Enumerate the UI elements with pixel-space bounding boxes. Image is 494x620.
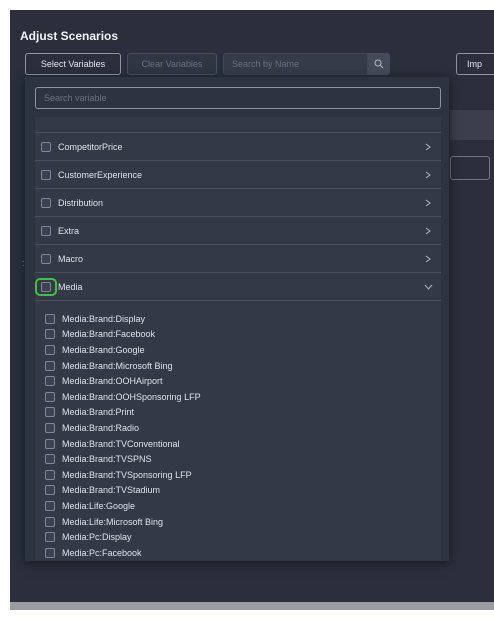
variable-checkbox[interactable] [45, 547, 55, 558]
adjust-scenarios-window: Adjust Scenarios Select Variables Clear … [10, 10, 494, 602]
variable-checkbox[interactable] [45, 329, 55, 340]
variable-label: Media:Life:Microsoft Bing [62, 516, 164, 527]
list-item[interactable]: Media:Brand:TVSPNS [35, 451, 441, 467]
page-title: Adjust Scenarios [20, 29, 119, 43]
bottom-scrollbar[interactable] [10, 602, 494, 610]
category-label: CompetitorPrice [58, 141, 123, 152]
category-checkbox[interactable] [41, 253, 51, 264]
category-row-macro[interactable]: Macro [35, 245, 441, 273]
chevron-right-icon[interactable] [421, 255, 435, 263]
chevron-right-icon[interactable] [421, 227, 435, 235]
category-checkbox[interactable] [41, 169, 51, 180]
list-item[interactable]: Media:Brand:TVConventional [35, 436, 441, 452]
category-row-partial [35, 117, 441, 133]
search-icon [374, 59, 384, 69]
variable-label: Media:Brand:TVConventional [62, 438, 180, 449]
list-item[interactable]: Media:Pc:Display [35, 529, 441, 545]
list-item[interactable]: Media:Brand:Facebook [35, 327, 441, 343]
variable-label: Media:Pc:Facebook [62, 547, 142, 558]
category-checkbox[interactable] [41, 141, 51, 152]
list-item[interactable]: Media:Brand:TVStadium [35, 483, 441, 499]
search-by-name-input[interactable]: Search by Name [223, 53, 368, 75]
category-checkbox[interactable] [41, 197, 51, 208]
variable-checkbox[interactable] [45, 532, 55, 543]
variable-label: Media:Life:Google [62, 500, 136, 511]
variable-label: Media:Brand:OOHSponsoring LFP [62, 391, 201, 402]
variable-checkbox[interactable] [45, 516, 55, 527]
variable-checkbox[interactable] [45, 438, 55, 449]
clear-variables-button[interactable]: Clear Variables [127, 53, 217, 75]
category-row-extra[interactable]: Extra [35, 217, 441, 245]
variable-checkbox[interactable] [45, 360, 55, 371]
background-header-band [450, 110, 494, 140]
list-item[interactable]: Media:Life:Microsoft Bing [35, 514, 441, 530]
list-item[interactable]: Media:Pc:Facebook [35, 545, 441, 560]
search-button[interactable] [368, 53, 390, 75]
category-label: Extra [58, 225, 80, 236]
chevron-right-icon[interactable] [421, 199, 435, 207]
variable-checkbox[interactable] [45, 485, 55, 496]
category-checkbox[interactable] [41, 225, 51, 236]
background-input [450, 156, 490, 180]
list-item[interactable]: Media:Brand:Google [35, 342, 441, 358]
category-row-media[interactable]: Media [35, 273, 441, 301]
list-item[interactable]: Media:Brand:Microsoft Bing [35, 358, 441, 374]
variable-label: Media:Brand:Radio [62, 422, 140, 433]
variable-checkbox[interactable] [45, 454, 55, 465]
variable-checkbox[interactable] [45, 407, 55, 418]
category-label: CustomerExperience [58, 169, 143, 180]
variable-checkbox[interactable] [45, 313, 55, 324]
chevron-right-icon[interactable] [421, 171, 435, 179]
variable-label: Media:Pc:Display [62, 532, 132, 543]
category-row-distribution[interactable]: Distribution [35, 189, 441, 217]
select-variables-button[interactable]: Select Variables [25, 53, 121, 75]
list-item[interactable]: Media:Life:Google [35, 498, 441, 514]
media-variable-list: Media:Brand:Display Media:Brand:Facebook… [35, 301, 441, 560]
category-row-competitorprice[interactable]: CompetitorPrice [35, 133, 441, 161]
variable-checkbox[interactable] [45, 391, 55, 402]
variable-checkbox[interactable] [45, 422, 55, 433]
list-item[interactable]: Media:Brand:Display [35, 311, 441, 327]
search-variable-input[interactable]: Search variable [35, 87, 441, 109]
variable-checkbox[interactable] [45, 376, 55, 387]
list-item[interactable]: Media:Brand:OOHAirport [35, 373, 441, 389]
variable-checkbox[interactable] [45, 500, 55, 511]
variable-label: Media:Brand:Microsoft Bing [62, 360, 173, 371]
variable-checkbox[interactable] [45, 469, 55, 480]
chevron-right-icon[interactable] [421, 143, 435, 151]
variable-label: Media:Brand:TVStadium [62, 485, 161, 496]
category-label: Distribution [58, 197, 104, 208]
variable-label: Media:Brand:Facebook [62, 329, 156, 340]
variable-label: Media:Brand:TVSponsoring LFP [62, 469, 192, 480]
chevron-down-icon[interactable] [421, 284, 435, 290]
category-list[interactable]: CompetitorPrice CustomerExperience Distr… [35, 117, 441, 560]
list-item[interactable]: Media:Brand:Print [35, 405, 441, 421]
category-label: Macro [58, 253, 84, 264]
category-row-customerexperience[interactable]: CustomerExperience [35, 161, 441, 189]
variable-label: Media:Brand:Display [62, 313, 146, 324]
variable-checkbox[interactable] [45, 344, 55, 355]
variable-selector-dropdown: Search variable CompetitorPrice Customer… [25, 77, 449, 561]
variable-label: Media:Brand:Print [62, 407, 135, 418]
list-item[interactable]: Media:Brand:TVSponsoring LFP [35, 467, 441, 483]
variable-label: Media:Brand:TVSPNS [62, 454, 152, 465]
variable-label: Media:Brand:OOHAirport [62, 376, 163, 387]
list-item[interactable]: Media:Brand:OOHSponsoring LFP [35, 389, 441, 405]
list-item[interactable]: Media:Brand:Radio [35, 420, 441, 436]
import-button[interactable]: Imp [456, 53, 494, 75]
variable-label: Media:Brand:Google [62, 344, 145, 355]
focus-highlight [35, 278, 57, 296]
category-label: Media [58, 281, 83, 292]
